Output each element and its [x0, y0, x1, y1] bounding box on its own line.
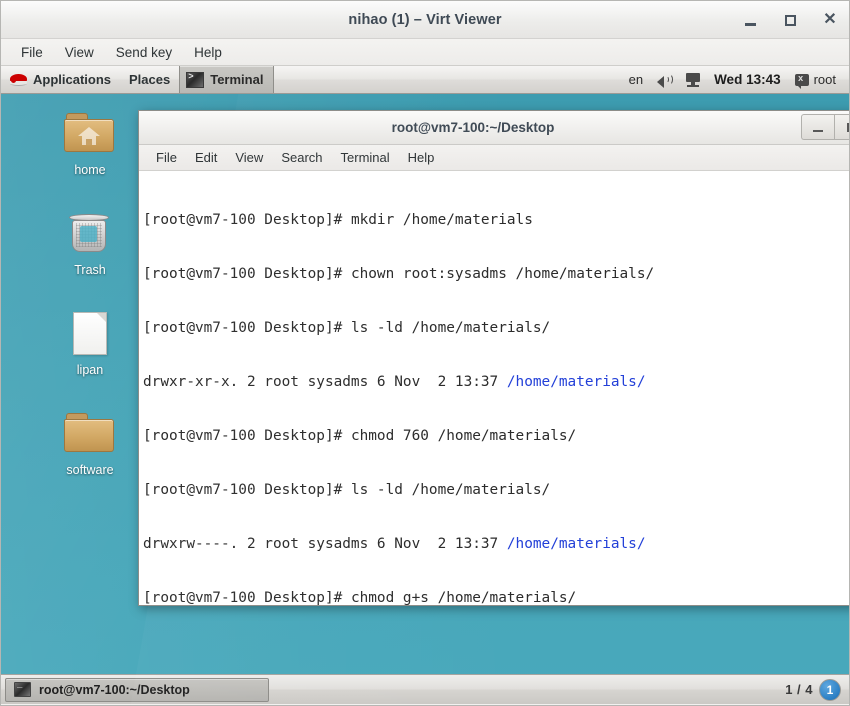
terminal-window-title: root@vm7-100:~/Desktop	[391, 120, 555, 135]
terminal-menu-help[interactable]: Help	[399, 147, 444, 168]
terminal-prompt: [root@vm7-100 Desktop]#	[143, 320, 351, 336]
terminal-command: ls -ld /home/materials/	[350, 482, 551, 498]
taskbar-window-button[interactable]: root@vm7-100:~/Desktop	[5, 677, 269, 702]
user-menu[interactable]: root	[788, 66, 843, 93]
terminal-line: [root@vm7-100 Desktop]# chmod 760 /home/…	[143, 427, 849, 445]
terminal-prompt: [root@vm7-100 Desktop]#	[143, 482, 351, 498]
terminal-menu-file[interactable]: File	[147, 147, 186, 168]
terminal-menu-view[interactable]: View	[226, 147, 272, 168]
panel-task-terminal[interactable]: Terminal	[179, 66, 275, 93]
minimize-icon	[813, 129, 823, 132]
message-icon	[794, 73, 809, 89]
terminal-menu-terminal[interactable]: Terminal	[332, 147, 399, 168]
panel-left-group: Applications Places Terminal	[1, 66, 275, 93]
terminal-minimize-button[interactable]	[801, 114, 834, 140]
terminal-line: [root@vm7-100 Desktop]# ls -ld /home/mat…	[143, 319, 849, 337]
terminal-command: chmod 760 /home/materials/	[350, 428, 577, 444]
minimize-button[interactable]	[739, 9, 761, 31]
keyboard-layout-indicator[interactable]: en	[622, 66, 650, 93]
viewer-menubar: File View Send key Help	[1, 39, 849, 66]
clock[interactable]: Wed 13:43	[707, 66, 788, 93]
minimize-icon	[744, 22, 756, 26]
viewer-menu-view[interactable]: View	[55, 42, 104, 63]
desktop-icon-trash[interactable]: Trash	[47, 210, 133, 278]
speaker-icon	[657, 73, 674, 88]
maximize-button[interactable]	[779, 9, 801, 31]
terminal-command: mkdir /home/materials	[350, 212, 533, 228]
terminal-output: drwxrw----. 2 root sysadms 6 Nov 2 13:37	[143, 536, 507, 552]
viewer-window-title: nihao (1) – Virt Viewer	[348, 11, 502, 28]
terminal-prompt: [root@vm7-100 Desktop]#	[143, 212, 351, 228]
terminal-icon	[186, 71, 205, 88]
desktop-icon-software[interactable]: software	[47, 410, 133, 478]
document-icon	[64, 310, 116, 358]
viewer-window-controls: ✕	[739, 1, 841, 39]
taskbar-window-button-label: root@vm7-100:~/Desktop	[39, 682, 190, 697]
viewer-menu-help[interactable]: Help	[184, 42, 232, 63]
terminal-window[interactable]: root@vm7-100:~/Desktop File Edit View Se…	[138, 110, 849, 606]
workspace-switcher: 1 / 4 1	[785, 678, 845, 701]
terminal-prompt: [root@vm7-100 Desktop]#	[143, 428, 351, 444]
terminal-maximize-button[interactable]	[834, 114, 849, 140]
display-button[interactable]	[679, 66, 707, 93]
workspace-current-badge[interactable]: 1	[819, 678, 841, 701]
redhat-logo-icon	[10, 72, 27, 87]
terminal-command: chmod g+s /home/materials/	[350, 590, 577, 605]
gnome-bottom-panel: root@vm7-100:~/Desktop 1 / 4 1	[1, 674, 849, 704]
viewer-titlebar: nihao (1) – Virt Viewer ✕	[1, 1, 849, 39]
terminal-path: /home/materials/	[506, 536, 646, 552]
guest-screen: Applications Places Terminal en	[1, 66, 849, 704]
close-icon: ✕	[823, 11, 837, 28]
maximize-icon	[846, 122, 849, 132]
terminal-icon	[14, 680, 31, 697]
display-icon	[686, 72, 701, 87]
desktop-icon-software-label: software	[66, 463, 114, 477]
terminal-prompt: [root@vm7-100 Desktop]#	[143, 266, 351, 282]
desktop-surface[interactable]: home Trash lipan software root@vm7-100:~…	[1, 94, 849, 704]
terminal-menu-edit[interactable]: Edit	[186, 147, 226, 168]
close-button[interactable]: ✕	[819, 9, 841, 31]
terminal-command: ls -ld /home/materials/	[350, 320, 551, 336]
folder-icon	[64, 410, 116, 458]
desktop-icon-lipan[interactable]: lipan	[47, 310, 133, 378]
places-menu[interactable]: Places	[120, 66, 179, 93]
terminal-menu-search[interactable]: Search	[272, 147, 331, 168]
gnome-top-panel: Applications Places Terminal en	[1, 66, 849, 94]
trash-icon	[64, 210, 116, 258]
terminal-command: chown root:sysadms /home/materials/	[350, 266, 655, 282]
terminal-line: [root@vm7-100 Desktop]# ls -ld /home/mat…	[143, 481, 849, 499]
desktop-icon-lipan-label: lipan	[76, 363, 104, 377]
terminal-output-area[interactable]: [root@vm7-100 Desktop]# mkdir /home/mate…	[139, 171, 849, 605]
viewer-menu-file[interactable]: File	[11, 42, 53, 63]
terminal-prompt: [root@vm7-100 Desktop]#	[143, 590, 351, 605]
terminal-output: drwxr-xr-x. 2 root sysadms 6 Nov 2 13:37	[143, 374, 507, 390]
virt-viewer-window: nihao (1) – Virt Viewer ✕ File View Send…	[0, 0, 850, 706]
workspace-count-label: 1 / 4	[785, 682, 813, 697]
terminal-menubar: File Edit View Search Terminal Help	[139, 145, 849, 171]
applications-menu-label: Applications	[33, 72, 112, 87]
volume-button[interactable]	[650, 66, 679, 93]
desktop-icon-home-label: home	[74, 163, 106, 177]
terminal-line: [root@vm7-100 Desktop]# mkdir /home/mate…	[143, 211, 849, 229]
panel-task-terminal-label: Terminal	[210, 72, 264, 87]
viewer-menu-send-key[interactable]: Send key	[106, 42, 182, 63]
desktop-icon-home[interactable]: home	[47, 110, 133, 178]
panel-tray-group: en Wed 13:43 root	[622, 66, 849, 93]
terminal-line: drwxrw----. 2 root sysadms 6 Nov 2 13:37…	[143, 535, 849, 553]
terminal-line: drwxr-xr-x. 2 root sysadms 6 Nov 2 13:37…	[143, 373, 849, 391]
user-menu-label: root	[813, 72, 836, 87]
applications-menu[interactable]: Applications	[1, 66, 120, 93]
terminal-line: [root@vm7-100 Desktop]# chown root:sysad…	[143, 265, 849, 283]
terminal-titlebar: root@vm7-100:~/Desktop	[139, 111, 849, 145]
folder-home-icon	[64, 110, 116, 158]
terminal-window-controls	[801, 114, 849, 140]
maximize-icon	[784, 14, 796, 26]
desktop-icon-trash-label: Trash	[74, 263, 106, 277]
terminal-line: [root@vm7-100 Desktop]# chmod g+s /home/…	[143, 589, 849, 605]
terminal-path: /home/materials/	[506, 374, 646, 390]
